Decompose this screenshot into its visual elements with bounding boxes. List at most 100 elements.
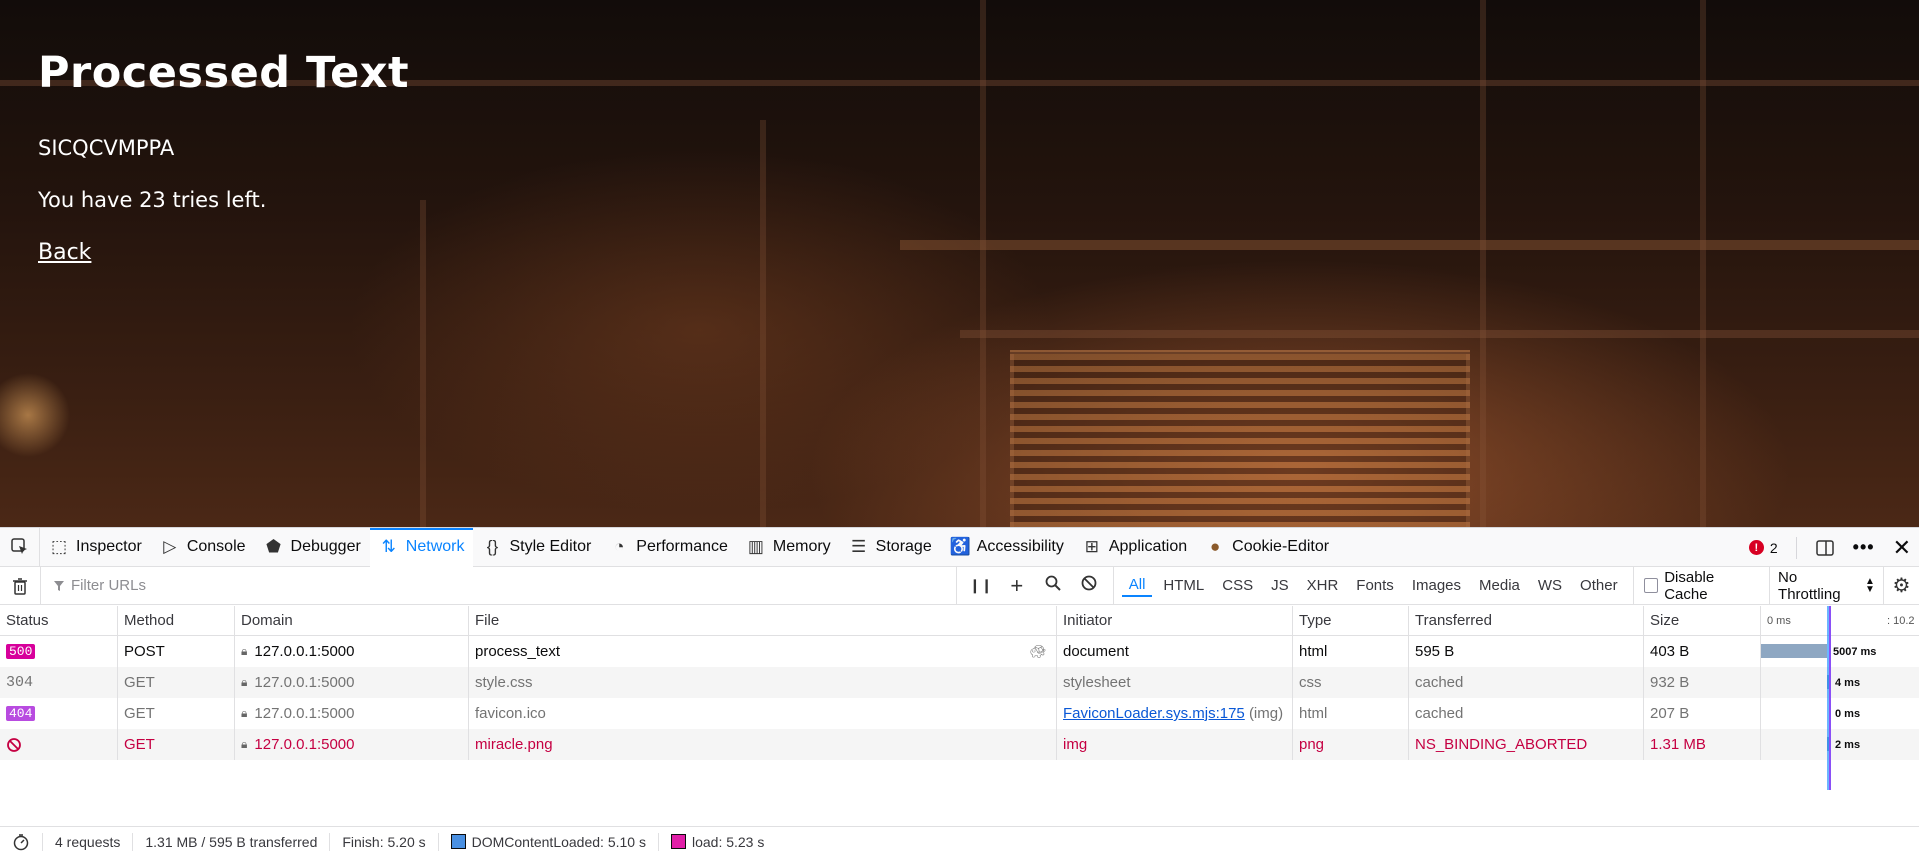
filter-media[interactable]: Media	[1472, 575, 1527, 596]
load-swatch	[670, 834, 686, 849]
network-statusbar: 4 requests 1.31 MB / 595 B transferred F…	[0, 826, 1919, 856]
filter-icon	[53, 580, 64, 591]
tab-label: Inspector	[76, 538, 142, 555]
tab-label: Console	[186, 538, 246, 555]
column-header-method[interactable]: Method	[118, 606, 235, 635]
column-header-domain[interactable]: Domain	[235, 606, 469, 635]
load-time-wrap: load: 5.23 s	[659, 833, 776, 851]
error-count-badge[interactable]: ! 2	[1748, 540, 1778, 556]
transferred: NS_BINDING_ABORTED	[1415, 736, 1588, 753]
timer-icon-wrap[interactable]	[0, 832, 43, 851]
disable-cache-checkbox[interactable]	[1643, 578, 1659, 593]
waterfall-end-label: : 10.2	[1887, 615, 1915, 627]
network-toolbar: ❙❙ + AllHTMLCSSJSXHRFontsImagesMediaWSOt…	[0, 566, 1919, 605]
filter-js[interactable]: JS	[1264, 575, 1296, 596]
transferred: cached	[1415, 705, 1464, 722]
scenery-pillar	[420, 200, 426, 527]
initiator: stylesheet	[1063, 674, 1131, 691]
table-header: Status Method Domain File Initiator Type…	[0, 606, 1919, 636]
status-badge: 500	[6, 644, 36, 659]
dock-side-icon[interactable]	[1815, 538, 1835, 558]
filter-css[interactable]: CSS	[1215, 575, 1260, 596]
file-name: style.css	[475, 674, 533, 691]
initiator-link[interactable]: FaviconLoader.sys.mjs:175	[1063, 705, 1245, 722]
domain: 127.0.0.1:5000	[254, 736, 355, 753]
filter-other[interactable]: Other	[1573, 575, 1625, 596]
method: GET	[124, 705, 155, 722]
element-picker-button[interactable]	[0, 527, 40, 567]
scenery-pillar	[760, 120, 766, 527]
filter-all[interactable]: All	[1121, 574, 1153, 597]
tab-memory[interactable]: ▥ Memory	[737, 528, 840, 567]
accessibility-icon: ♿	[949, 537, 971, 556]
tab-label: Accessibility	[976, 538, 1064, 555]
memory-icon: ▥	[747, 537, 764, 556]
table-row[interactable]: GET 🔒︎ 127.0.0.1:5000 miracle.png img png…	[0, 729, 1919, 760]
filter-urls-input[interactable]	[70, 577, 951, 594]
devtools-tabbar: ⬚ Inspector ▷ Console ⬟ Debugger ⇅ Network {} Sty…	[0, 527, 1919, 567]
close-icon[interactable]: ✕	[1893, 535, 1911, 561]
size: 1.31 MB	[1650, 736, 1706, 753]
load-marker	[1829, 606, 1831, 790]
filter-ws[interactable]: WS	[1531, 575, 1569, 596]
scenery-pillar	[1700, 0, 1706, 527]
waterfall-timing: 0 ms	[1835, 707, 1861, 720]
disable-cache-toggle[interactable]: Disable Cache	[1634, 566, 1771, 605]
trash-icon	[12, 577, 27, 595]
column-header-type[interactable]: Type	[1293, 606, 1409, 635]
clear-button[interactable]	[0, 566, 41, 605]
size: 403 B	[1650, 643, 1690, 660]
column-header-status[interactable]: Status	[0, 606, 118, 635]
column-header-initiator[interactable]: Initiator	[1057, 606, 1293, 635]
tab-storage[interactable]: ☰ Storage	[840, 528, 941, 567]
tab-performance[interactable]: ◔ Performance	[600, 528, 737, 567]
scenery-pillar	[1480, 0, 1486, 527]
request-count: 4 requests	[43, 832, 134, 851]
tab-label: Memory	[772, 538, 831, 555]
status-badge: 404	[6, 706, 36, 721]
tab-application[interactable]: ⊞ Application	[1073, 528, 1196, 567]
more-options-icon[interactable]: •••	[1853, 537, 1875, 558]
domain: 127.0.0.1:5000	[254, 705, 355, 722]
tab-label: Cookie-Editor	[1232, 538, 1330, 555]
column-header-size[interactable]: Size	[1644, 606, 1761, 635]
domcontentloaded-time: DOMContentLoaded: 5.10 s	[471, 833, 646, 850]
column-header-file[interactable]: File	[469, 606, 1057, 635]
filter-images[interactable]: Images	[1405, 575, 1468, 596]
initiator: img	[1063, 736, 1088, 753]
tab-cookie-editor[interactable]: ● Cookie-Editor	[1196, 528, 1338, 567]
pause-icon[interactable]: ❙❙	[967, 577, 995, 594]
table-row[interactable]: 304 GET 🔒︎ 127.0.0.1:5000 style.css style…	[0, 667, 1919, 698]
filter-fonts[interactable]: Fonts	[1349, 575, 1401, 596]
tab-label: Debugger	[290, 538, 361, 555]
column-header-transferred[interactable]: Transferred	[1409, 606, 1644, 635]
tab-network[interactable]: ⇅ Network	[369, 527, 474, 567]
storage-icon: ☰	[851, 537, 867, 556]
console-icon: ▷	[163, 537, 177, 556]
add-icon[interactable]: +	[1003, 573, 1031, 599]
tab-inspector[interactable]: ⬚ Inspector	[40, 528, 151, 567]
tab-accessibility[interactable]: ♿ Accessibility	[941, 528, 1073, 567]
block-icon[interactable]	[1075, 575, 1103, 596]
throttling-select[interactable]: No Throttling ▲ ▼	[1770, 566, 1884, 605]
resource-type: html	[1299, 643, 1328, 660]
performance-icon: ◔	[614, 537, 625, 556]
back-link[interactable]: Back	[38, 240, 91, 265]
domain: 127.0.0.1:5000	[254, 674, 355, 691]
search-icon[interactable]	[1039, 575, 1067, 596]
file-name: process_text	[475, 643, 561, 660]
tab-debugger[interactable]: ⬟ Debugger	[255, 528, 370, 567]
table-row[interactable]: 404 GET 🔒︎ 127.0.0.1:5000 favicon.ico Fav…	[0, 698, 1919, 729]
gear-icon[interactable]: ⚙	[1884, 573, 1919, 598]
tab-label: Style Editor	[509, 538, 592, 555]
table-row[interactable]: 500 POST 🔒︎ 127.0.0.1:5000 process_text 🐢︎…	[0, 636, 1919, 667]
column-header-waterfall[interactable]: 0 ms : 10.2	[1761, 606, 1919, 635]
tab-style-editor[interactable]: {} Style Editor	[473, 528, 600, 567]
filter-xhr[interactable]: XHR	[1300, 575, 1346, 596]
cookie-icon: ●	[1210, 537, 1221, 556]
method: GET	[124, 674, 155, 691]
tab-console[interactable]: ▷ Console	[151, 528, 255, 567]
lock-icon: 🔒︎	[241, 675, 248, 689]
filter-html[interactable]: HTML	[1156, 575, 1211, 596]
element-picker-icon	[10, 538, 27, 554]
